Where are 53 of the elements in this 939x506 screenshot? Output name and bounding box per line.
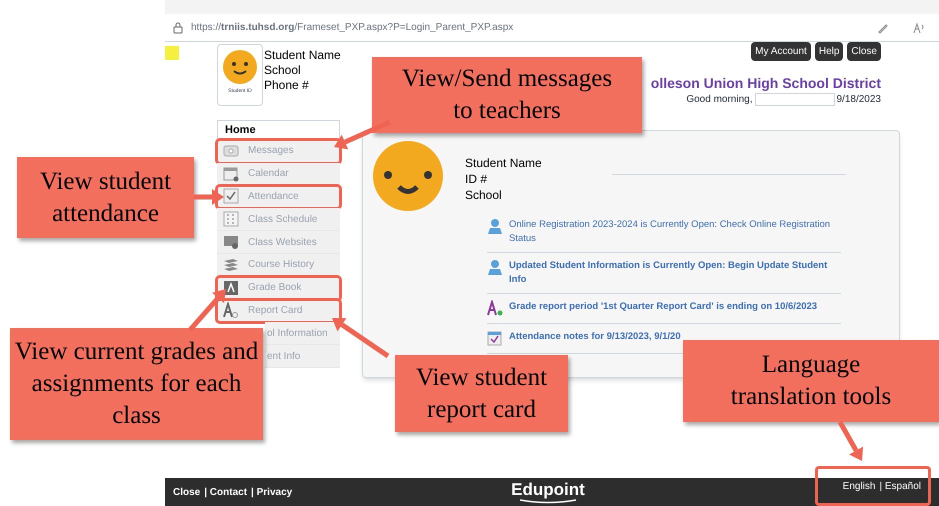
envelope-icon — [223, 142, 239, 159]
gradebook-icon — [223, 280, 239, 296]
arrow — [194, 189, 224, 205]
checkbox-icon — [487, 330, 503, 347]
letter-grade-icon — [487, 300, 503, 317]
person-icon — [487, 259, 503, 276]
student-info-line: Student Name — [465, 155, 542, 171]
letter-grade-icon — [223, 302, 239, 318]
grid-icon — [223, 211, 239, 228]
language-link[interactable]: | Español — [879, 478, 921, 494]
callout-box: View student attendance — [17, 157, 194, 238]
checkmark-icon — [223, 188, 239, 204]
notification-link[interactable]: Grade report period '1st Quarter Report Card' is ending on 10/6/2023 — [509, 300, 818, 314]
arrow — [838, 420, 864, 461]
student-info-line: School — [465, 187, 503, 203]
pen-icon — [877, 22, 889, 34]
sidebar-heading[interactable]: Home — [217, 120, 340, 140]
books-icon — [223, 256, 239, 273]
student-info-line: School — [264, 63, 302, 78]
arrow — [332, 318, 390, 358]
notification-link[interactable]: Online Registration 2023-2024 is Currently Open: Check Online Registration Status — [509, 218, 841, 246]
address-bar-url[interactable]: https://trniis.tuhsd.org/Frameset_PXP.aspx?P=Login_Parent_PXP.aspx — [191, 20, 869, 35]
arrow — [334, 120, 392, 150]
language-link[interactable]: English — [842, 478, 876, 494]
header-button[interactable]: Close — [847, 42, 881, 61]
notification-link[interactable]: Attendance notes for 9/13/2023, 9/1/20 — [509, 330, 681, 344]
person-icon — [487, 218, 503, 235]
computer-icon — [223, 234, 239, 250]
date-text: 9/18/2023 — [836, 93, 881, 107]
edupoint-logo: Edupoint — [511, 480, 585, 498]
footer-link[interactable]: | Privacy — [251, 484, 292, 500]
notification-link[interactable]: Updated Student Information is Currently Open: Begin Update Student Info — [509, 259, 841, 287]
student-info-line: Phone # — [264, 78, 310, 93]
calendar-icon — [223, 166, 239, 182]
greeting-text: Good morning, — [686, 93, 752, 107]
footer-link[interactable]: Close — [173, 484, 200, 500]
header-button[interactable]: Help — [814, 42, 844, 61]
district-name: olleson Union High School District — [650, 74, 881, 92]
footer-link[interactable]: | Contact — [204, 484, 248, 500]
student-info-line: ID # — [465, 171, 488, 187]
student-info-line: Student Name — [264, 48, 341, 63]
lock-icon — [173, 22, 183, 34]
swoosh-icon — [518, 498, 578, 504]
callout-box: View student report card — [395, 355, 568, 432]
name-field[interactable] — [754, 93, 834, 106]
smiley-avatar — [372, 140, 444, 212]
header-button[interactable]: My Account — [751, 42, 811, 61]
smiley-avatar — [222, 49, 258, 85]
callout-box: View current grades and assignments for each class — [10, 328, 263, 440]
arrow — [188, 289, 226, 332]
callout-box: Language translation tools — [683, 340, 939, 422]
callout-box: View/Send messages to teachers — [372, 57, 642, 133]
marker-square — [165, 46, 179, 60]
